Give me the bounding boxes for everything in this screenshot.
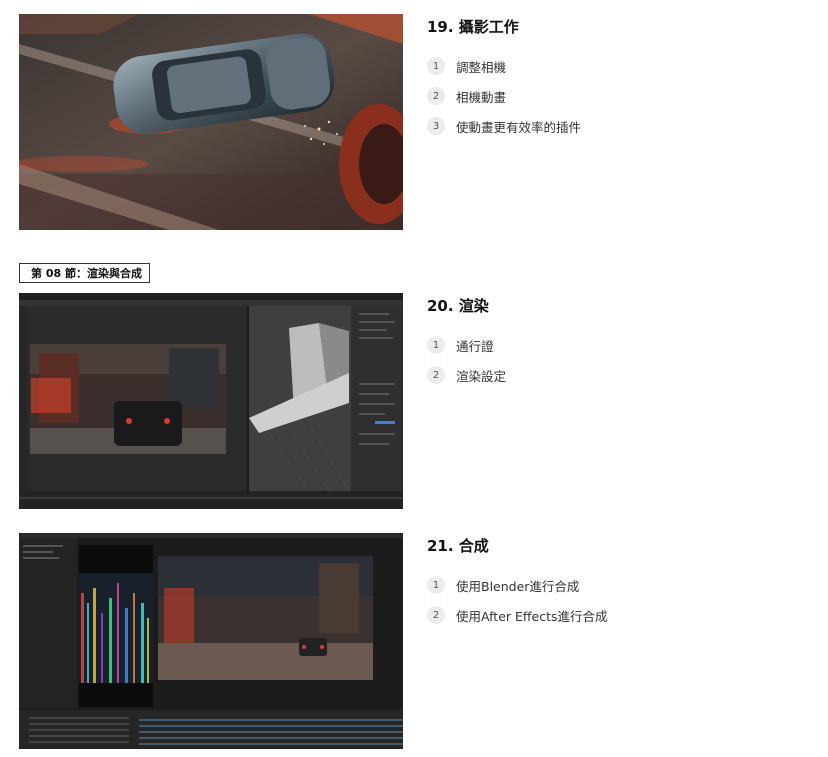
item-number: 2: [427, 87, 445, 105]
list-item[interactable]: 1 調整相機: [427, 51, 581, 81]
lesson-title: 19. 攝影工作: [427, 18, 519, 36]
item-label: 渲染設定: [456, 368, 507, 384]
list-item[interactable]: 2 相機動畫: [427, 81, 581, 111]
list-item[interactable]: 2 渲染設定: [427, 360, 506, 390]
list-item[interactable]: 2 使用After Effects進行合成: [427, 600, 607, 630]
item-number: 1: [427, 336, 445, 354]
lesson-20: 20. 渲染 1 通行證 2 渲染設定: [427, 293, 506, 390]
item-number: 2: [427, 606, 445, 624]
chapter-tag: 第 08 節：渲染與合成: [19, 263, 150, 283]
item-label: 調整相機: [456, 59, 507, 75]
lesson-20-thumbnail: [19, 293, 403, 509]
item-number: 1: [427, 576, 445, 594]
lesson-21: 21. 合成 1 使用Blender進行合成 2 使用After Effects進行…: [427, 533, 607, 630]
lesson-item-list: 1 使用Blender進行合成 2 使用After Effects進行合成: [427, 570, 607, 630]
lesson-title: 21. 合成: [427, 537, 489, 555]
list-item[interactable]: 1 使用Blender進行合成: [427, 570, 607, 600]
item-label: 相機動畫: [456, 89, 507, 105]
item-label: 通行證: [456, 338, 494, 354]
lesson-19: 19. 攝影工作 1 調整相機 2 相機動畫 3 使動畫更有效率的插件: [427, 14, 581, 141]
lesson-title: 20. 渲染: [427, 297, 489, 315]
list-item[interactable]: 1 通行證: [427, 330, 506, 360]
item-number: 1: [427, 57, 445, 75]
lesson-item-list: 1 通行證 2 渲染設定: [427, 330, 506, 390]
lesson-21-thumbnail: [19, 533, 403, 749]
list-item[interactable]: 3 使動畫更有效率的插件: [427, 111, 581, 141]
item-number: 2: [427, 366, 445, 384]
lesson-item-list: 1 調整相機 2 相機動畫 3 使動畫更有效率的插件: [427, 51, 581, 141]
item-label: 使用After Effects進行合成: [456, 608, 608, 624]
item-label: 使用Blender進行合成: [456, 578, 580, 594]
lesson-19-thumbnail: [19, 14, 403, 230]
item-label: 使動畫更有效率的插件: [456, 119, 582, 135]
item-number: 3: [427, 117, 445, 135]
